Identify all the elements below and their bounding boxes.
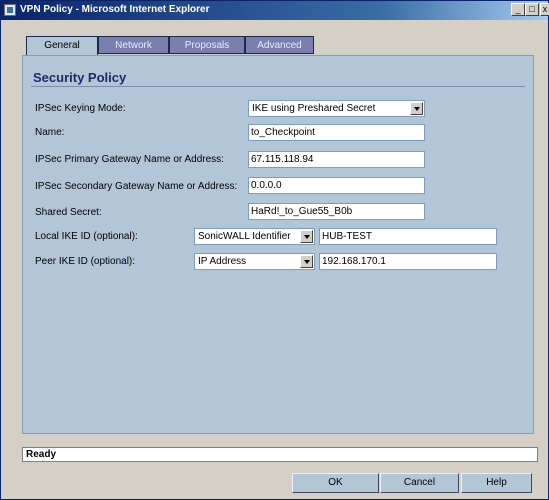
peer-ike-input[interactable]: 192.168.170.1 [319, 253, 497, 270]
tab-advanced[interactable]: Advanced [245, 36, 314, 54]
section-divider [31, 86, 525, 87]
local-ike-label: Local IKE ID (optional): [35, 231, 138, 242]
close-button[interactable]: x [540, 3, 549, 16]
shared-secret-input[interactable]: HaRd!_to_Gue55_B0b [248, 203, 425, 220]
chevron-down-icon[interactable] [410, 102, 423, 115]
title-bar: VPN Policy - Microsoft Internet Explorer… [1, 1, 549, 20]
secondary-gateway-label: IPSec Secondary Gateway Name or Address: [35, 181, 238, 192]
help-button[interactable]: Help [461, 473, 532, 493]
peer-ike-type-select[interactable]: IP Address [194, 253, 315, 270]
ie-window-icon [4, 4, 16, 16]
maximize-button[interactable]: □ [525, 3, 539, 16]
minimize-button[interactable]: _ [511, 3, 525, 16]
chevron-down-icon[interactable] [300, 230, 313, 243]
section-title: Security Policy [33, 70, 127, 85]
window-title: VPN Policy - Microsoft Internet Explorer [20, 4, 210, 15]
shared-secret-label: Shared Secret: [35, 207, 102, 218]
local-ike-input[interactable]: HUB-TEST [319, 228, 497, 245]
status-bar: Ready [22, 447, 538, 462]
local-ike-type-select[interactable]: SonicWALL Identifier [194, 228, 315, 245]
peer-ike-label: Peer IKE ID (optional): [35, 256, 136, 267]
keying-mode-label: IPSec Keying Mode: [35, 103, 126, 114]
local-ike-type-value: SonicWALL Identifier [198, 231, 291, 242]
tab-proposals[interactable]: Proposals [169, 36, 245, 54]
name-input[interactable]: to_Checkpoint [248, 124, 425, 141]
primary-gateway-label: IPSec Primary Gateway Name or Address: [35, 154, 224, 165]
secondary-gateway-input[interactable]: 0.0.0.0 [248, 177, 425, 194]
name-label: Name: [35, 127, 65, 138]
ok-button[interactable]: OK [292, 473, 379, 493]
cancel-button[interactable]: Cancel [380, 473, 459, 493]
vpn-policy-window: VPN Policy - Microsoft Internet Explorer… [0, 0, 549, 500]
keying-mode-select[interactable]: IKE using Preshared Secret [248, 100, 425, 117]
primary-gateway-input[interactable]: 67.115.118.94 [248, 151, 425, 168]
chevron-down-icon[interactable] [300, 255, 313, 268]
tab-general[interactable]: General [26, 36, 98, 55]
general-panel: Security Policy IPSec Keying Mode: IKE u… [22, 55, 534, 434]
peer-ike-type-value: IP Address [198, 256, 247, 267]
keying-mode-value: IKE using Preshared Secret [252, 103, 376, 114]
tab-network[interactable]: Network [98, 36, 169, 54]
